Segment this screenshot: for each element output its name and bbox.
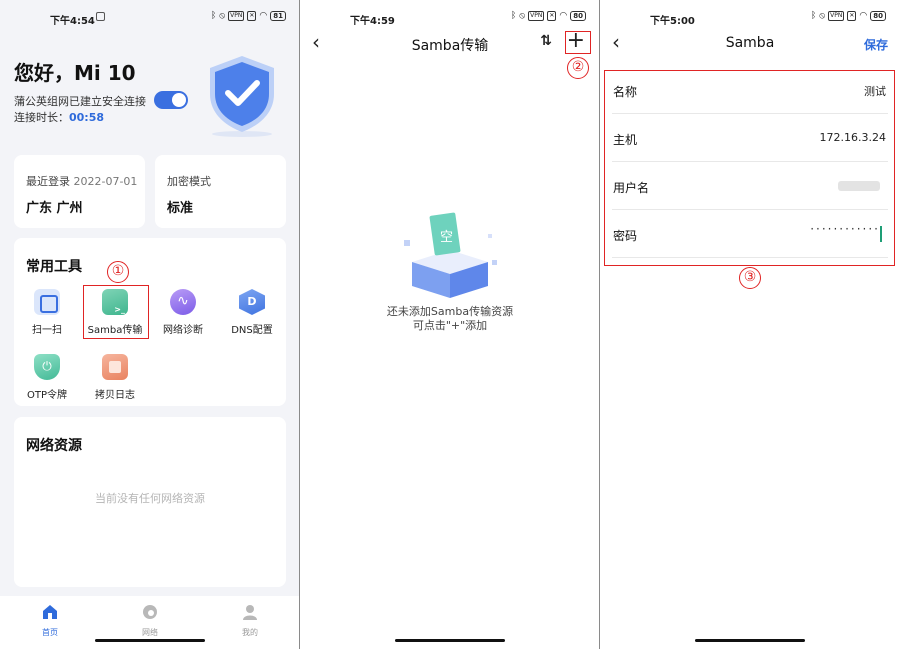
tab-home[interactable]: 首页: [20, 604, 80, 638]
last-login-location: 广东 广州: [26, 201, 83, 216]
sim-off-icon: ✕: [547, 11, 557, 21]
connection-toggle[interactable]: [154, 91, 188, 109]
tool-network-diagnose[interactable]: 网络诊断: [150, 289, 216, 336]
page-title: Samba: [725, 35, 775, 51]
shield-icon: [210, 56, 274, 137]
tool-copy-log[interactable]: 拷贝日志: [82, 354, 148, 401]
vpn-icon: VPN: [528, 11, 545, 21]
annotation-number-3: ③: [739, 267, 761, 289]
battery-icon: 80: [870, 11, 886, 21]
page-title: Samba传输: [411, 38, 489, 54]
wifi-icon: ◠: [859, 11, 868, 21]
tools-card: 常用工具 扫一扫 Samba传输 网络诊断 DNS配置 OTP令牌 拷贝日志: [14, 238, 286, 406]
annotation-number-1: ①: [107, 261, 129, 283]
status-time: 下午4:59: [350, 16, 395, 27]
status-bar: 下午5:00 ᛒ ⦸ VPN ✕ ◠ 80: [600, 0, 900, 34]
mute-icon: ⦸: [219, 11, 226, 21]
tab-profile[interactable]: 我的: [220, 604, 280, 638]
greeting: 您好，Mi 10: [14, 61, 136, 85]
resources-title: 网络资源: [26, 438, 82, 454]
annotation-box-2: [565, 31, 591, 54]
tools-title: 常用工具: [26, 259, 82, 275]
tool-otp[interactable]: OTP令牌: [14, 354, 80, 401]
home-indicator: [395, 639, 505, 642]
connection-status: 蒲公英组网已建立安全连接: [14, 95, 146, 108]
annotation-box-1: [83, 285, 149, 339]
tool-scan[interactable]: 扫一扫: [14, 289, 80, 336]
empty-box-illustration: 空: [404, 212, 497, 298]
battery-icon: 81: [270, 11, 286, 21]
scan-icon: [34, 289, 60, 315]
sim-off-icon: ✕: [247, 11, 257, 21]
encryption-label: 加密模式: [167, 175, 211, 188]
tool-dns[interactable]: DNS配置: [219, 289, 285, 336]
home-indicator: [95, 639, 205, 642]
vpn-icon: VPN: [828, 11, 845, 21]
network-diagnose-icon: [170, 289, 196, 315]
bluetooth-icon: ᛒ: [510, 11, 517, 21]
encryption-value: 标准: [167, 201, 194, 216]
user-icon: [243, 605, 257, 620]
sim-off-icon: ✕: [847, 11, 857, 21]
home-screen: 下午4:54 ᛒ ⦸ VPN ✕ ◠ 81 您好，Mi 10 蒲公英组网已建立安…: [0, 0, 300, 649]
duration-value: 00:58: [69, 111, 105, 124]
encryption-card: 加密模式 标准: [155, 155, 286, 228]
otp-icon: [34, 354, 60, 380]
annotation-number-2: ②: [567, 57, 589, 79]
resources-card: 网络资源 当前没有任何网络资源: [14, 417, 286, 587]
save-button[interactable]: 保存: [864, 36, 888, 53]
battery-icon: 80: [570, 11, 586, 21]
status-bar: 下午4:54 ᛒ ⦸ VPN ✕ ◠ 81: [0, 0, 300, 34]
notification-icon: [96, 12, 105, 21]
bluetooth-icon: ᛒ: [810, 11, 817, 21]
last-login-label: 最近登录: [26, 175, 70, 188]
duration-label: 连接时长：: [14, 111, 69, 124]
home-icon: [43, 605, 57, 619]
dns-icon: [239, 289, 265, 315]
vpn-icon: VPN: [228, 11, 245, 21]
bluetooth-icon: ᛒ: [210, 11, 217, 21]
status-time: 下午4:54: [50, 16, 95, 27]
status-bar: 下午4:59 ᛒ ⦸ VPN ✕ ◠ 80: [300, 0, 600, 34]
last-login-card: 最近登录 2022-07-01 广东 广州: [14, 155, 145, 228]
copy-log-icon: [102, 354, 128, 380]
samba-edit-screen: 下午5:00 ᛒ ⦸ VPN ✕ ◠ 80 ‹ Samba 保存 名称 测试 主…: [600, 0, 900, 649]
mute-icon: ⦸: [519, 11, 526, 21]
wifi-icon: ◠: [559, 11, 568, 21]
sort-icon[interactable]: ⇅: [540, 33, 552, 49]
wifi-icon: ◠: [259, 11, 268, 21]
connection-duration: 连接时长：00:58: [14, 109, 104, 125]
last-login-date: 2022-07-01: [73, 175, 138, 188]
samba-list-screen: 下午4:59 ᛒ ⦸ VPN ✕ ◠ 80 ‹ Samba传输 ⇅ + 空 还未…: [300, 0, 600, 649]
home-indicator: [695, 639, 805, 642]
network-icon: [143, 605, 157, 619]
empty-badge-text: 空: [440, 230, 453, 245]
mute-icon: ⦸: [819, 11, 826, 21]
empty-state-text: 还未添加Samba传输资源 可点击"+"添加: [386, 305, 514, 332]
resources-empty-text: 当前没有任何网络资源: [95, 492, 205, 505]
status-time: 下午5:00: [650, 16, 695, 27]
annotation-box-3: [604, 70, 895, 266]
tab-network[interactable]: 网络: [120, 604, 180, 638]
